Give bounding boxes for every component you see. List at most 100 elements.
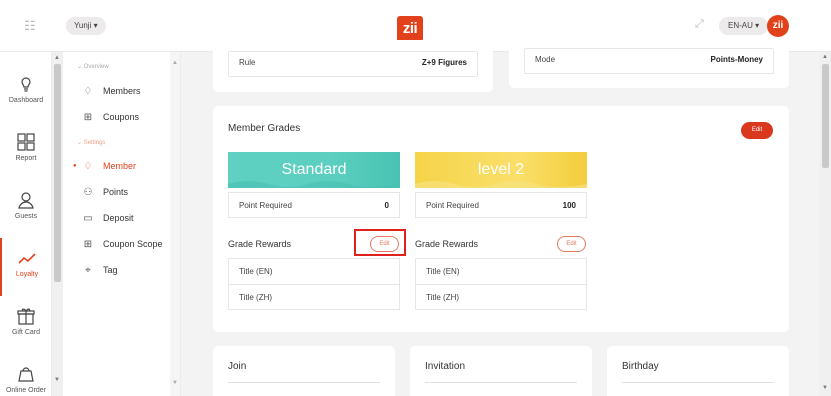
nav-label: Online Order (5, 387, 47, 394)
nav-item-report[interactable]: Report (0, 122, 52, 180)
scroll-up-icon[interactable]: ▲ (172, 60, 178, 66)
fullscreen-icon[interactable]: ⤢ (695, 18, 704, 31)
join-card: Join (213, 346, 395, 396)
scroll-up-icon[interactable]: ▲ (54, 55, 60, 61)
grades-edit-button[interactable]: Edit (741, 122, 773, 139)
mode-card: Mode Points-Money (509, 40, 789, 88)
item-label: Tag (103, 265, 118, 275)
grade-rewards-list: Title (EN) Title (ZH) (228, 258, 400, 310)
point-required-label: Point Required (426, 201, 479, 210)
invitation-title: Invitation (425, 361, 466, 372)
submenu-item-deposit[interactable]: ▭ Deposit (81, 211, 134, 225)
point-required-value: 100 (562, 201, 576, 210)
highlight-box (354, 229, 406, 256)
scroll-down-icon[interactable]: ▼ (822, 385, 828, 391)
rule-box: Rule Z+9 Figures (228, 51, 478, 77)
nav-scrollbar[interactable]: ▲ ▼ (52, 52, 63, 396)
wallet-icon: ▭ (83, 212, 93, 224)
divider (425, 382, 577, 383)
person-icon (18, 192, 34, 209)
group-label: Overview (83, 64, 109, 70)
bag-icon (18, 367, 34, 382)
title-en-row: Title (EN) (239, 267, 273, 276)
divider (228, 382, 380, 383)
submenu-item-coupon-scope[interactable]: ⊞ Coupon Scope (81, 237, 163, 251)
nav-label: Guests (14, 213, 38, 220)
submenu-scrollbar[interactable]: ▲ ▼ (170, 52, 180, 396)
nav-item-guests[interactable]: Guests (0, 180, 52, 238)
trend-icon (18, 253, 36, 264)
invitation-card: Invitation (410, 346, 592, 396)
scroll-up-icon[interactable]: ▲ (822, 54, 828, 60)
language-dropdown[interactable]: EN-AU ▾ (719, 17, 769, 35)
nav-label: Report (15, 155, 37, 162)
submenu-item-tag[interactable]: ⌖ Tag (81, 263, 118, 277)
mode-label: Mode (535, 55, 556, 64)
item-label: Points (103, 187, 129, 197)
scroll-down-icon[interactable]: ▼ (54, 377, 60, 383)
left-nav: Dashboard Report Guests Loyalty Gift Car… (0, 52, 52, 396)
rule-label: Rule (239, 58, 256, 67)
app-logo: zii (397, 16, 423, 42)
grade-rewards-title: Grade Rewards (228, 239, 292, 249)
rule-card: Rule Z+9 Figures (213, 40, 493, 92)
nav-item-loyalty[interactable]: Loyalty (0, 238, 52, 296)
user-name: Yunji (74, 21, 92, 30)
grade-rewards-edit-button[interactable]: Edit (557, 236, 586, 252)
item-label: Member (103, 161, 137, 171)
nav-label: Dashboard (8, 97, 44, 104)
point-required-row: Point Required 0 (228, 192, 400, 218)
gift-icon (17, 308, 35, 325)
member-grades-title: Member Grades (228, 123, 301, 134)
submenu-group-overview[interactable]: ⌄ Overview (77, 63, 109, 70)
nav-item-gift-card[interactable]: Gift Card (0, 296, 52, 354)
birthday-card: Birthday (607, 346, 789, 396)
gift-icon: ⊞ (83, 111, 93, 123)
rule-value: Z+9 Figures (421, 58, 467, 67)
nav-label: Loyalty (15, 271, 39, 278)
divider (622, 382, 774, 383)
tag-icon: ⌖ (85, 264, 91, 276)
submenu-item-members[interactable]: ♢ Members (81, 84, 141, 98)
item-label: Members (103, 86, 141, 96)
grade-rewards-list: Title (EN) Title (ZH) (415, 258, 587, 310)
grid-icon (17, 133, 35, 151)
group-label: Settings (83, 140, 106, 146)
title-en-row: Title (EN) (426, 267, 460, 276)
point-required-label: Point Required (239, 201, 292, 210)
point-required-value: 0 (384, 201, 389, 210)
point-required-row: Point Required 100 (415, 192, 587, 218)
user-dropdown[interactable]: Yunji ▾ (66, 17, 106, 35)
title-zh-row: Title (ZH) (229, 284, 399, 309)
diamond-icon: ♢ (83, 160, 93, 172)
nav-item-online-order[interactable]: Online Order (0, 354, 52, 396)
grade-banner-standard: Standard (228, 152, 400, 188)
grade-banner-level-2: level 2 (415, 152, 587, 188)
submenu-item-member[interactable]: ♢ Member (81, 159, 137, 173)
language-label: EN-AU (728, 21, 753, 30)
item-label: Deposit (103, 213, 134, 223)
item-label: Coupon Scope (103, 239, 163, 249)
submenu-item-coupons[interactable]: ⊞ Coupons (81, 110, 139, 124)
gift-icon: ⊞ (83, 238, 93, 250)
active-dot-icon: ● (73, 163, 77, 169)
title-zh-row: Title (ZH) (416, 284, 586, 309)
menu-icon[interactable]: ☷ (24, 18, 40, 34)
scroll-down-icon[interactable]: ▼ (172, 380, 178, 386)
main-scrollbar[interactable]: ▲ ▼ (819, 52, 831, 396)
scroll-thumb[interactable] (54, 64, 61, 282)
diamond-icon: ♢ (83, 85, 93, 97)
nav-label: Gift Card (11, 329, 40, 336)
scroll-thumb[interactable] (822, 64, 829, 168)
submenu-item-points[interactable]: ⚇ Points (81, 185, 129, 199)
mode-value: Points-Money (710, 55, 763, 64)
grade-name: Standard (281, 161, 347, 178)
mode-box: Mode Points-Money (524, 48, 774, 74)
grade-rewards-title: Grade Rewards (415, 239, 479, 249)
join-title: Join (228, 361, 247, 372)
item-label: Coupons (103, 112, 140, 122)
nav-item-dashboard[interactable]: Dashboard (0, 64, 52, 122)
member-grades-card: Member Grades Edit Standard Point Requir… (213, 106, 789, 332)
avatar[interactable]: zii (767, 15, 789, 37)
submenu-group-settings[interactable]: ⌄ Settings (77, 139, 105, 146)
